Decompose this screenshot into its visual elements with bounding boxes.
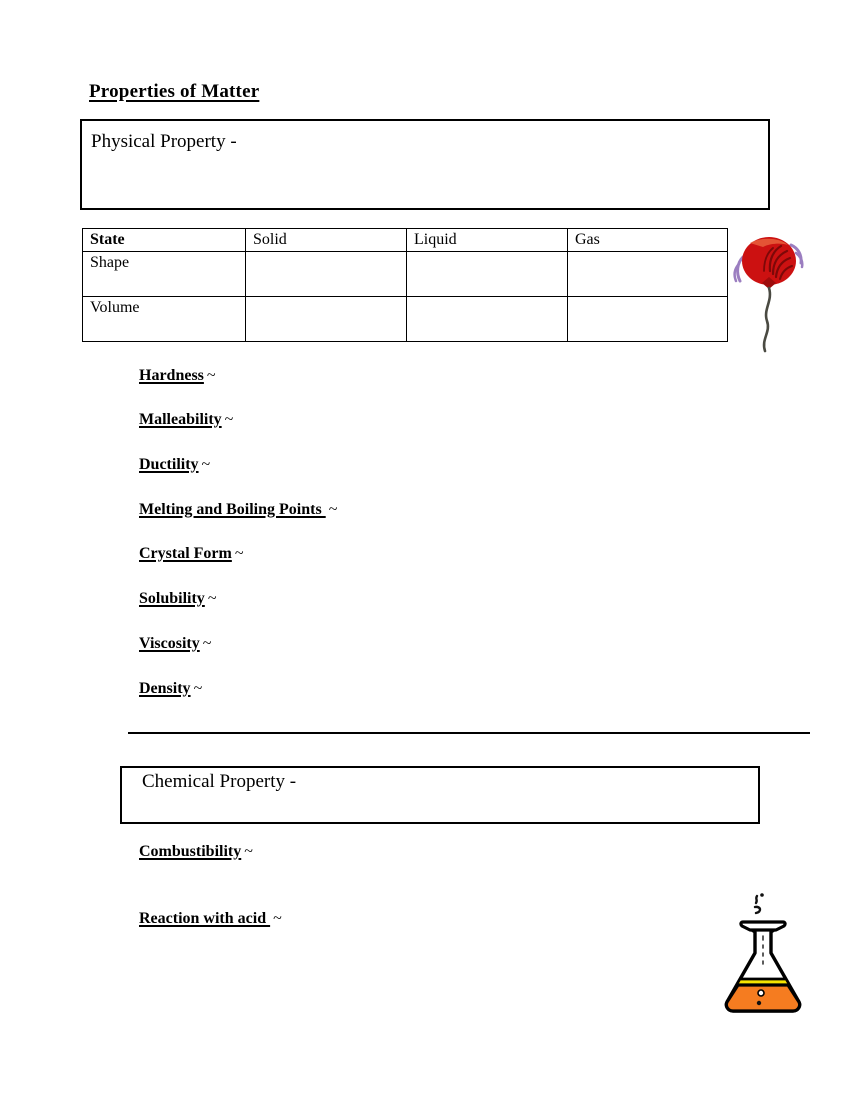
table-header-solid: Solid [245, 228, 407, 252]
term-label: Malleability [139, 411, 222, 428]
physical-property-box: Physical Property - [80, 119, 770, 210]
section-divider [128, 732, 810, 734]
table-cell-shape-gas[interactable] [567, 251, 728, 297]
balloon-string [762, 286, 772, 353]
term-melting-and-boiling-points: Melting and Boiling Points ~ [139, 501, 337, 519]
table-row-label-shape: Shape [82, 251, 246, 297]
term-malleability: Malleability ~ [139, 411, 233, 429]
term-marker: ~ [224, 411, 234, 428]
term-density: Density ~ [139, 680, 202, 698]
table-row-label-volume: Volume [82, 296, 246, 342]
table-row: Shape [82, 251, 728, 297]
table-header-liquid: Liquid [406, 228, 568, 252]
flask-icon [724, 893, 802, 1013]
flask-fumes [753, 893, 764, 915]
term-viscosity: Viscosity ~ [139, 635, 211, 653]
flask-body [724, 920, 802, 1013]
term-marker: ~ [328, 501, 338, 518]
term-label: Crystal Form [139, 545, 232, 562]
table-cell-shape-solid[interactable] [245, 251, 407, 297]
table-cell-volume-liquid[interactable] [406, 296, 568, 342]
chemical-property-label: Chemical Property - [142, 771, 297, 792]
balloon-body [742, 237, 796, 289]
term-marker: ~ [234, 545, 244, 562]
term-label: Viscosity [139, 635, 200, 652]
term-marker: ~ [202, 635, 212, 652]
table-cell-shape-liquid[interactable] [406, 251, 568, 297]
table-header-gas: Gas [567, 228, 728, 252]
term-crystal-form: Crystal Form ~ [139, 545, 244, 563]
term-label: Ductility [139, 456, 199, 473]
term-label: Hardness [139, 367, 204, 384]
term-marker: ~ [244, 843, 253, 860]
physical-property-label: Physical Property - [91, 131, 237, 152]
term-combustibility: Combustibility ~ [139, 843, 253, 861]
term-marker: ~ [273, 910, 282, 927]
table-cell-volume-gas[interactable] [567, 296, 728, 342]
term-marker: ~ [207, 590, 217, 607]
table-header-state: State [82, 228, 246, 252]
worksheet-page: Properties of Matter Physical Property -… [0, 0, 850, 1100]
page-title: Properties of Matter [89, 81, 260, 102]
term-ductility: Ductility ~ [139, 456, 210, 474]
table-row: Volume [82, 296, 728, 342]
chemical-property-box: Chemical Property - [120, 766, 760, 824]
term-marker: ~ [206, 367, 216, 384]
table-header-row: State Solid Liquid Gas [82, 228, 728, 252]
balloon-icon [733, 237, 804, 353]
term-label: Combustibility [139, 843, 242, 860]
term-label: Density [139, 680, 191, 697]
term-solubility: Solubility ~ [139, 590, 216, 608]
term-marker: ~ [193, 680, 203, 697]
term-label: Solubility [139, 590, 205, 607]
state-properties-table: State Solid Liquid Gas Shape Volume [82, 228, 728, 342]
term-hardness: Hardness ~ [139, 367, 216, 385]
term-label: Reaction with acid [139, 910, 271, 927]
term-label: Melting and Boiling Points [139, 501, 326, 518]
term-marker: ~ [201, 456, 211, 473]
term-reaction-with-acid: Reaction with acid ~ [139, 910, 282, 928]
table-cell-volume-solid[interactable] [245, 296, 407, 342]
